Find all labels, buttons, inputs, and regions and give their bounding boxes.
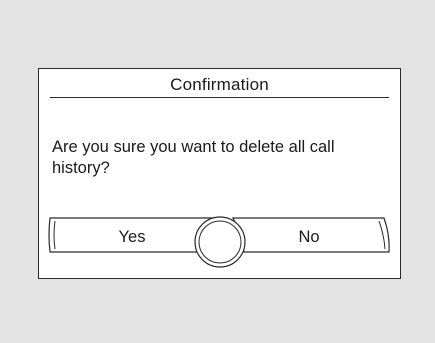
center-knob-icon[interactable] [194, 216, 246, 268]
confirmation-dialog: Confirmation Are you sure you want to de… [38, 68, 401, 279]
button-bar [48, 216, 390, 268]
yes-button[interactable]: Yes [97, 227, 167, 247]
no-button[interactable]: No [274, 227, 344, 247]
